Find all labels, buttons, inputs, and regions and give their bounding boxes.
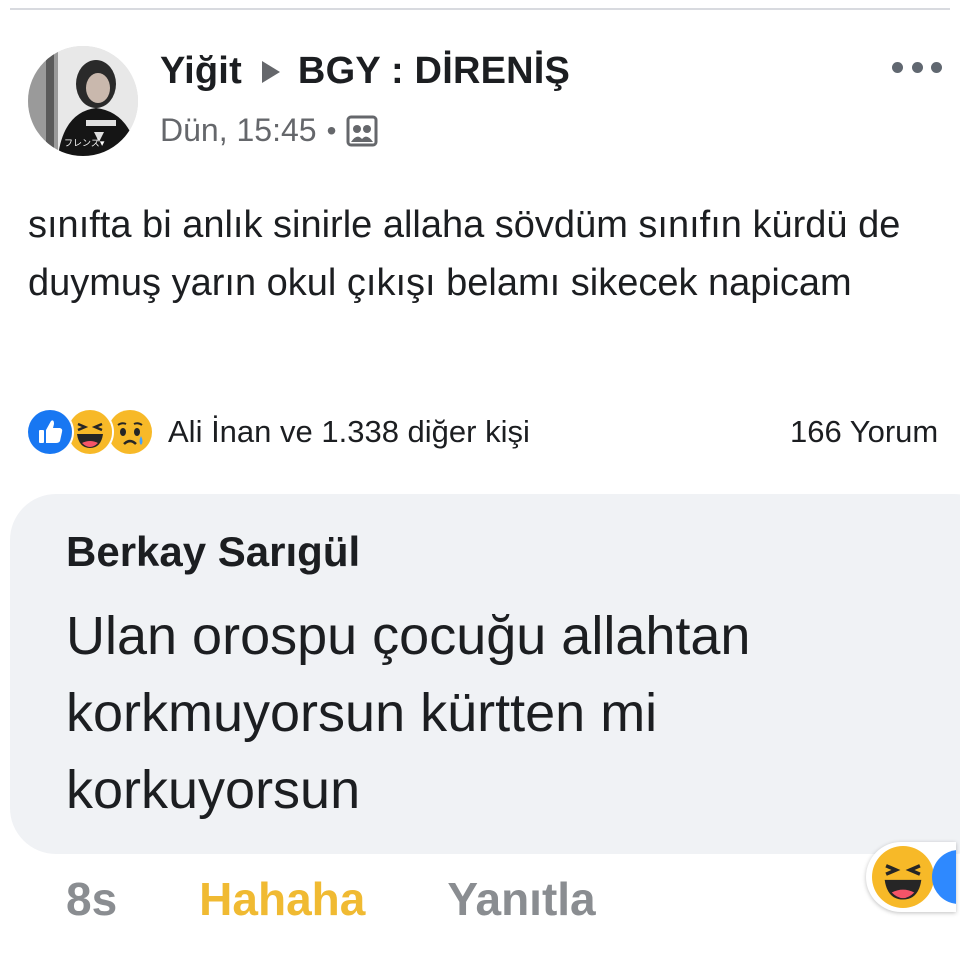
reply-button[interactable]: Yanıtla: [447, 872, 595, 926]
post-text: sınıfta bi anlık sinirle allaha sövdüm s…: [28, 204, 901, 304]
comment-time[interactable]: 8s: [66, 872, 117, 926]
divider: [10, 8, 950, 10]
author-name[interactable]: Yiğit: [160, 50, 242, 93]
post-header-title: Yiğit BGY : DİRENİŞ: [160, 50, 570, 93]
avatar-badge: フレンズ▾: [64, 137, 105, 149]
dot: [931, 61, 942, 73]
dot: [911, 61, 923, 73]
reaction-names[interactable]: Ali İnan ve 1.338 diğer kişi: [168, 414, 530, 450]
haha-icon: [872, 846, 934, 912]
like-icon: [932, 850, 956, 904]
comments-count[interactable]: 166 Yorum: [790, 414, 960, 450]
facebook-post: フレンズ▾ Yiğit BGY : DİRENİŞ Dün, 15:45 • s…: [0, 0, 960, 960]
more-options-icon[interactable]: [892, 52, 942, 82]
group-name[interactable]: BGY : DİRENİŞ: [298, 50, 570, 93]
comment-text: Ulan orospu çocuğu allahtan korkmuyorsun…: [66, 606, 751, 820]
reaction-button[interactable]: Hahaha: [199, 872, 365, 926]
group-privacy-icon: [346, 115, 378, 147]
post-timestamp[interactable]: Dün, 15:45: [160, 112, 317, 149]
arrow-right-icon: [261, 60, 280, 83]
meta-separator: •: [326, 114, 337, 146]
comment-author[interactable]: Berkay Sarıgül: [66, 528, 360, 576]
comment-reaction-badge[interactable]: [866, 842, 956, 912]
like-icon: [26, 408, 74, 456]
reaction-summary[interactable]: Ali İnan ve 1.338 diğer kişi: [26, 408, 530, 456]
comment-actions: 8s Hahaha Yanıtla: [66, 872, 596, 926]
dot: [892, 61, 903, 73]
avatar[interactable]: フレンズ▾: [28, 46, 138, 156]
post-meta: Dün, 15:45 •: [160, 112, 378, 149]
